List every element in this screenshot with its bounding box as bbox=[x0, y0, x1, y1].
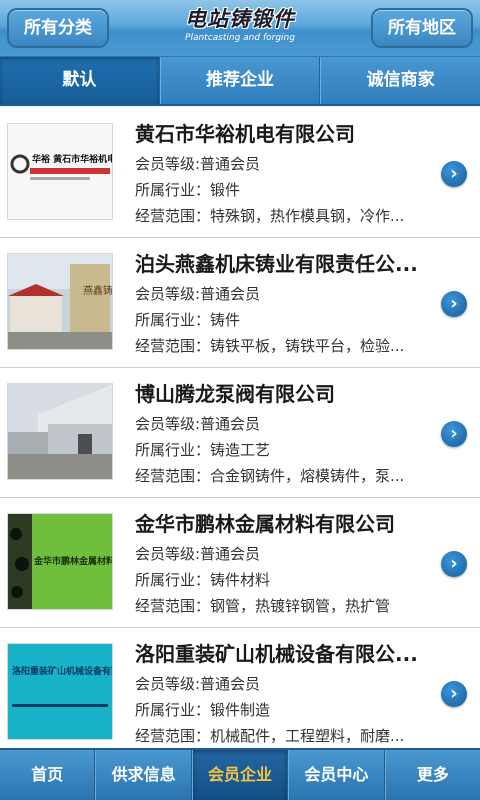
thumbnail-text: 华裕 黄石市华裕机电有限公司 bbox=[32, 153, 113, 165]
nav-supply-demand[interactable]: 供求信息 bbox=[95, 750, 192, 800]
industry: 所属行业：铸造工艺 bbox=[135, 441, 271, 459]
app-logo: 电站铸锻件 Plantcasting and forging bbox=[180, 6, 300, 52]
nav-more[interactable]: 更多 bbox=[384, 750, 480, 800]
list-item[interactable]: 金华市鹏林金属材料有限公司 金华市鹏林金属材料有限公司 会员等级:普通会员 所属… bbox=[0, 498, 480, 628]
nav-member-companies[interactable]: 会员企业 bbox=[191, 750, 289, 800]
member-level: 会员等级:普通会员 bbox=[135, 415, 261, 433]
industry: 所属行业：锻件制造 bbox=[135, 701, 271, 719]
company-thumbnail: 洛阳重装矿山机械设备有限公司 bbox=[7, 643, 113, 740]
nav-home[interactable]: 首页 bbox=[0, 750, 96, 800]
business-scope: 经营范围：钢管，热镀锌钢管，热扩管 bbox=[135, 597, 391, 615]
company-thumbnail: 金华市鹏林金属材料有限公司 bbox=[7, 513, 113, 610]
thumbnail-text: 金华市鹏林金属材料有限公司 bbox=[33, 555, 113, 567]
company-thumbnail: 华裕 黄石市华裕机电有限公司 bbox=[7, 123, 113, 220]
nav-member-center[interactable]: 会员中心 bbox=[288, 750, 385, 800]
tab-recommended[interactable]: 推荐企业 bbox=[159, 57, 321, 104]
all-categories-button[interactable]: 所有分类 bbox=[7, 8, 109, 48]
list-item[interactable]: 华裕 黄石市华裕机电有限公司 黄石市华裕机电有限公司 会员等级:普通会员 所属行… bbox=[0, 108, 480, 238]
thumbnail-text: 燕鑫铸业 bbox=[83, 284, 113, 297]
member-level: 会员等级:普通会员 bbox=[135, 285, 261, 303]
logo-subtitle: Plantcasting and forging bbox=[185, 33, 295, 43]
member-level: 会员等级:普通会员 bbox=[135, 545, 261, 563]
chevron-right-icon[interactable]: › bbox=[441, 161, 467, 187]
business-scope: 经营范围：铸铁平板，铸铁平台，检验... bbox=[135, 337, 405, 355]
all-regions-button[interactable]: 所有地区 bbox=[371, 8, 473, 48]
list-item[interactable]: 洛阳重装矿山机械设备有限公司 洛阳重装矿山机械设备有限公... 会员等级:普通会… bbox=[0, 628, 480, 748]
business-scope: 经营范围：合金钢铸件，熔模铸件，泵... bbox=[135, 467, 405, 485]
list-item[interactable]: 博山腾龙泵阀有限公司 会员等级:普通会员 所属行业：铸造工艺 经营范围：合金钢铸… bbox=[0, 368, 480, 498]
industry: 所属行业：铸件材料 bbox=[135, 571, 271, 589]
thumbnail-text: 洛阳重装矿山机械设备有限公司 bbox=[12, 665, 113, 677]
company-name: 博山腾龙泵阀有限公司 bbox=[135, 382, 335, 406]
member-level: 会员等级:普通会员 bbox=[135, 675, 261, 693]
top-header: 所有分类 电站铸锻件 Plantcasting and forging 所有地区 bbox=[0, 0, 480, 57]
chevron-right-icon[interactable]: › bbox=[441, 681, 467, 707]
chevron-right-icon[interactable]: › bbox=[441, 291, 467, 317]
industry: 所属行业：铸件 bbox=[135, 311, 241, 329]
company-name: 金华市鹏林金属材料有限公司 bbox=[135, 512, 395, 536]
company-name: 泊头燕鑫机床铸业有限责任公... bbox=[135, 252, 418, 276]
list-item[interactable]: 燕鑫铸业 泊头燕鑫机床铸业有限责任公... 会员等级:普通会员 所属行业：铸件 … bbox=[0, 238, 480, 368]
industry: 所属行业：锻件 bbox=[135, 181, 241, 199]
tab-default[interactable]: 默认 bbox=[0, 57, 160, 104]
filter-tabs: 默认 推荐企业 诚信商家 bbox=[0, 57, 480, 106]
business-scope: 经营范围：特殊钢，热作模具钢，冷作... bbox=[135, 207, 405, 225]
company-thumbnail: 燕鑫铸业 bbox=[7, 253, 113, 350]
member-level: 会员等级:普通会员 bbox=[135, 155, 261, 173]
company-list: 华裕 黄石市华裕机电有限公司 黄石市华裕机电有限公司 会员等级:普通会员 所属行… bbox=[0, 108, 480, 748]
logo-title: 电站铸锻件 bbox=[185, 6, 295, 31]
company-name: 黄石市华裕机电有限公司 bbox=[135, 122, 355, 146]
company-thumbnail bbox=[7, 383, 113, 480]
business-scope: 经营范围：机械配件，工程塑料，耐磨... bbox=[135, 727, 405, 745]
chevron-right-icon[interactable]: › bbox=[441, 421, 467, 447]
company-name: 洛阳重装矿山机械设备有限公... bbox=[135, 642, 418, 666]
chevron-right-icon[interactable]: › bbox=[441, 551, 467, 577]
tab-trusted-merchants[interactable]: 诚信商家 bbox=[320, 57, 480, 104]
bottom-nav: 首页 供求信息 会员企业 会员中心 更多 bbox=[0, 748, 480, 800]
